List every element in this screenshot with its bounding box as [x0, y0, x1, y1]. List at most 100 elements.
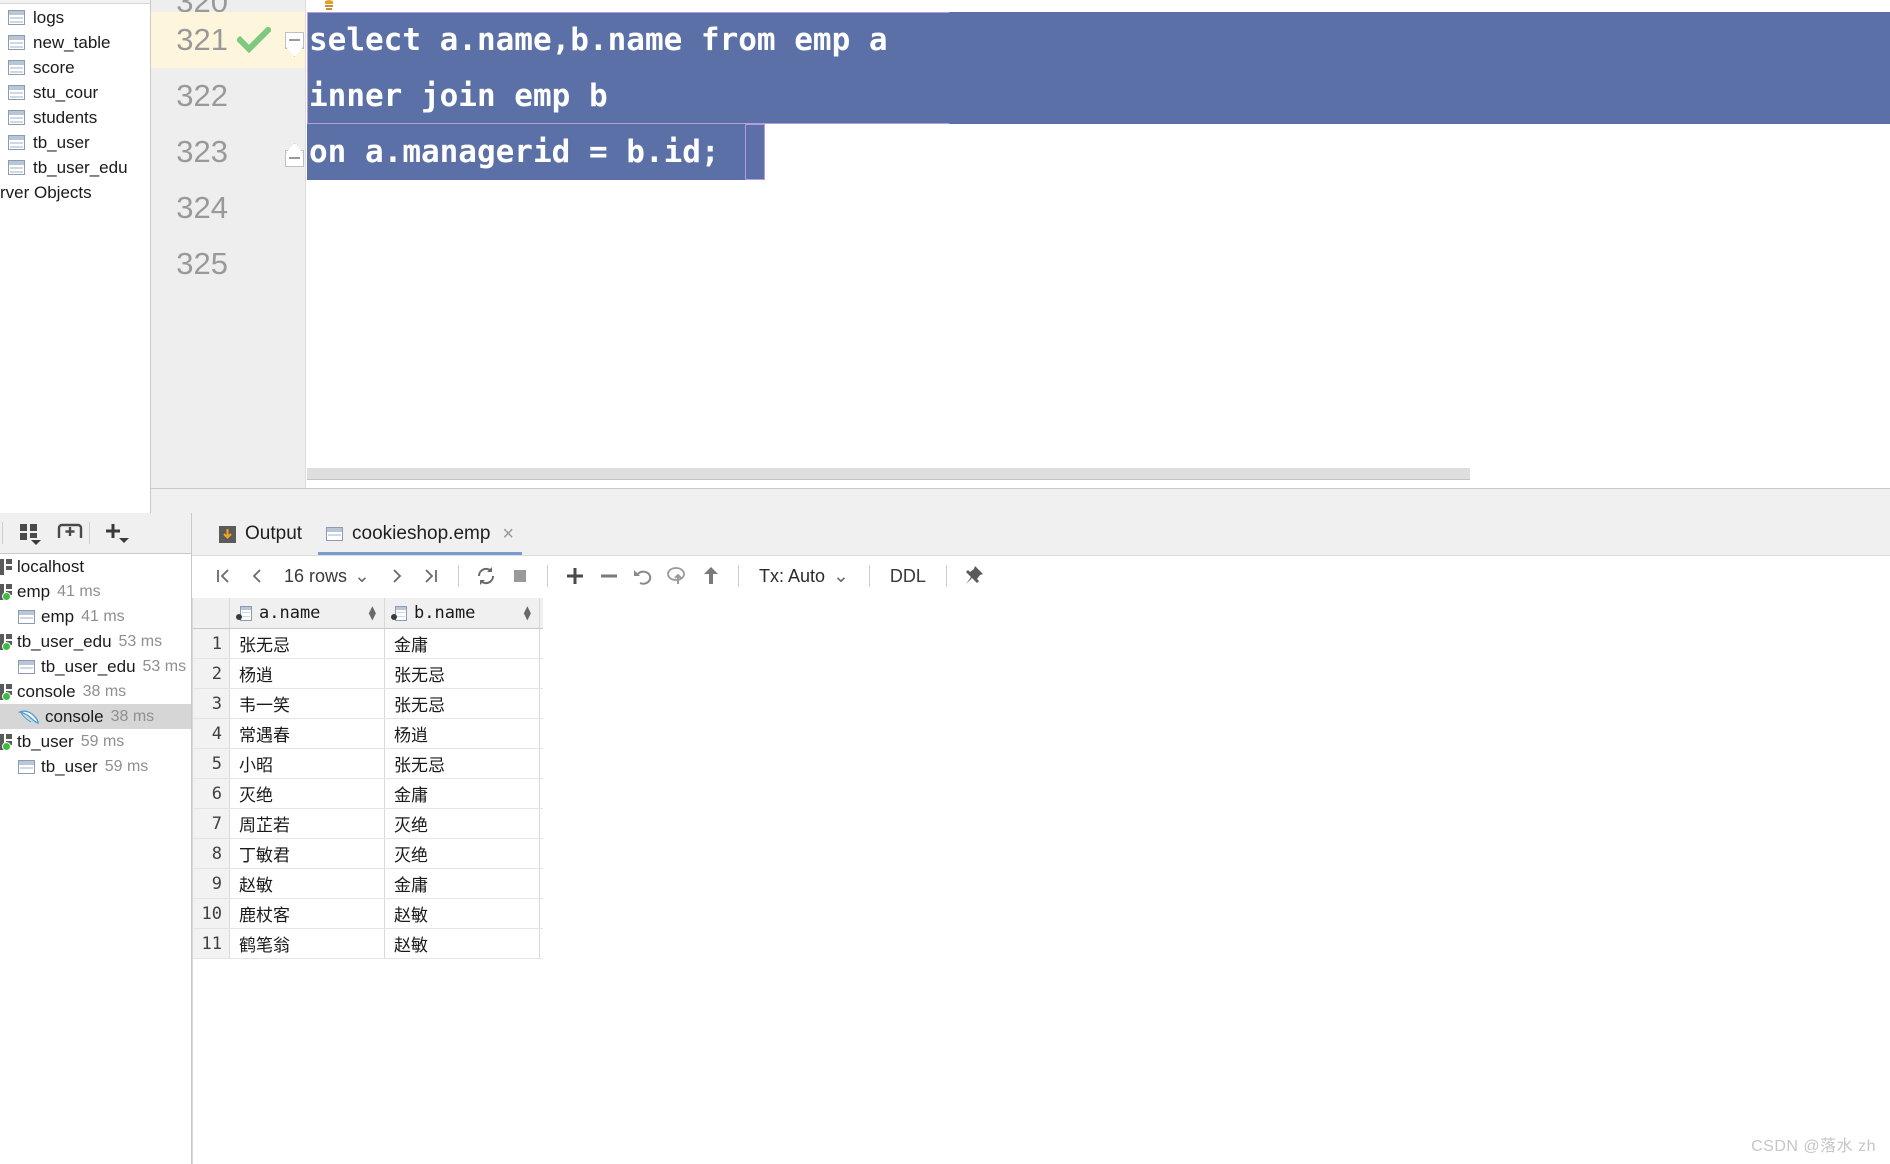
cell-a-name[interactable]: 鹤笔翁	[230, 929, 385, 958]
sort-icon[interactable]: ▲ ▼	[524, 603, 531, 622]
last-page-button[interactable]	[414, 559, 448, 593]
cell-a-name[interactable]: 杨逍	[230, 659, 385, 688]
cell-a-name[interactable]: 丁敏君	[230, 839, 385, 868]
table-icon	[8, 35, 25, 50]
code-fold-strip[interactable]	[285, 0, 307, 488]
table-row[interactable]: 7 周芷若 灭绝	[193, 809, 543, 839]
tab-cookieshop-emp[interactable]: cookieshop.emp ×	[314, 513, 526, 555]
cell-b-name[interactable]: 金庸	[385, 869, 540, 898]
tab-output[interactable]: Output	[206, 513, 314, 555]
table-row[interactable]: 11 鹤笔翁 赵敏	[193, 929, 543, 959]
grid-column-label: a.name	[259, 603, 321, 623]
tree-item-stu-cour[interactable]: stu_cour	[0, 80, 150, 105]
code-line-3[interactable]: on a.managerid = b.id;	[307, 124, 765, 180]
cell-a-name[interactable]: 韦一笑	[230, 689, 385, 718]
gutter-line-320[interactable]: 320	[151, 0, 306, 12]
table-row[interactable]: 2 杨逍 张无忌	[193, 659, 543, 689]
table-row[interactable]: 6 灭绝 金庸	[193, 779, 543, 809]
tab-label: Output	[245, 523, 303, 544]
revert-icon[interactable]	[626, 559, 660, 593]
gutter-line-322[interactable]: 322	[151, 68, 306, 124]
sort-icon[interactable]: ▲ ▼	[369, 603, 376, 622]
editor-gutter[interactable]: 320 321 322 323 324 325	[151, 0, 306, 488]
pin-icon[interactable]	[957, 559, 991, 593]
services-item-emp-query[interactable]: emp 41 ms	[0, 579, 191, 604]
services-item-tb-user-edu-query[interactable]: tb_user_edu 53 ms	[0, 629, 191, 654]
grid-column-a-name[interactable]: a.name ▲ ▼	[230, 598, 385, 628]
table-row[interactable]: 5 小昭 张无忌	[193, 749, 543, 779]
tree-item-tb-user-edu[interactable]: tb_user_edu	[0, 155, 150, 180]
first-page-button[interactable]	[206, 559, 240, 593]
cell-a-name[interactable]: 灭绝	[230, 779, 385, 808]
lightbulb-icon[interactable]	[319, 0, 339, 12]
table-row[interactable]: 4 常遇春 杨逍	[193, 719, 543, 749]
tree-item-logs[interactable]: logs	[0, 5, 150, 30]
services-item-tb-user-query[interactable]: tb_user 59 ms	[0, 729, 191, 754]
services-item-emp-table[interactable]: emp 41 ms	[0, 604, 191, 629]
code-line-2[interactable]: inner join emp b	[307, 68, 951, 124]
stop-icon[interactable]	[503, 559, 537, 593]
database-tree-panel[interactable]: logs new_table score stu_cour students t…	[0, 0, 151, 514]
cell-b-name[interactable]: 金庸	[385, 629, 540, 658]
cell-a-name[interactable]: 常遇春	[230, 719, 385, 748]
table-row[interactable]: 10 鹿杖客 赵敏	[193, 899, 543, 929]
submit-icon[interactable]	[660, 559, 694, 593]
gutter-line-323[interactable]: 323	[151, 124, 306, 180]
tree-item-tb-user[interactable]: tb_user	[0, 130, 150, 155]
tree-item-server-objects[interactable]: rver Objects	[0, 180, 150, 205]
group-by-icon[interactable]	[13, 518, 47, 548]
code-line-1[interactable]: select a.name,b.name from emp a	[307, 12, 951, 68]
cell-b-name[interactable]: 杨逍	[385, 719, 540, 748]
services-item-localhost[interactable]: localhost	[0, 554, 191, 579]
cell-b-name[interactable]: 金庸	[385, 779, 540, 808]
table-row[interactable]: 9 赵敏 金庸	[193, 869, 543, 899]
grid-column-b-name[interactable]: b.name ▲ ▼	[385, 598, 540, 628]
fold-collapse-icon[interactable]	[285, 32, 304, 57]
close-icon[interactable]: ×	[502, 524, 514, 544]
services-item-console-query[interactable]: console 38 ms	[0, 679, 191, 704]
services-item-tb-user-table[interactable]: tb_user 59 ms	[0, 754, 191, 779]
cell-a-name[interactable]: 小昭	[230, 749, 385, 778]
cell-a-name[interactable]: 赵敏	[230, 869, 385, 898]
cell-b-name[interactable]: 赵敏	[385, 899, 540, 928]
prev-page-button[interactable]	[240, 559, 274, 593]
refresh-icon[interactable]	[469, 559, 503, 593]
tree-item-score[interactable]: score	[0, 55, 150, 80]
cell-a-name[interactable]: 张无忌	[230, 629, 385, 658]
plus-dropdown-icon[interactable]	[100, 518, 134, 548]
add-row-icon[interactable]	[558, 559, 592, 593]
table-row[interactable]: 3 韦一笑 张无忌	[193, 689, 543, 719]
next-page-button[interactable]	[380, 559, 414, 593]
editor-horizontal-scrollbar[interactable]	[307, 466, 1890, 480]
ddl-button[interactable]: DDL	[880, 559, 936, 593]
cell-b-name[interactable]: 张无忌	[385, 659, 540, 688]
cell-b-name[interactable]: 张无忌	[385, 689, 540, 718]
scrollbar-thumb[interactable]	[307, 468, 1470, 480]
tree-item-new-table[interactable]: new_table	[0, 30, 150, 55]
cell-b-name[interactable]: 张无忌	[385, 749, 540, 778]
services-item-console-selected[interactable]: console 38 ms	[0, 704, 191, 729]
upload-arrow-icon[interactable]	[694, 559, 728, 593]
rows-count-dropdown[interactable]: 16 rows ⌄	[274, 559, 380, 593]
tx-mode-dropdown[interactable]: Tx: Auto ⌄	[749, 559, 859, 593]
cell-b-name[interactable]: 赵敏	[385, 929, 540, 958]
cell-b-name[interactable]: 灭绝	[385, 839, 540, 868]
cell-a-name[interactable]: 鹿杖客	[230, 899, 385, 928]
cell-a-name[interactable]: 周芷若	[230, 809, 385, 838]
delete-row-icon[interactable]	[592, 559, 626, 593]
gutter-line-321[interactable]: 321	[151, 12, 306, 68]
gutter-line-325[interactable]: 325	[151, 236, 306, 292]
tree-item-label: tb_user	[33, 133, 90, 152]
add-frame-icon[interactable]	[53, 518, 87, 548]
table-row[interactable]: 8 丁敏君 灭绝	[193, 839, 543, 869]
table-icon	[326, 527, 344, 541]
gutter-line-324[interactable]: 324	[151, 180, 306, 236]
services-item-tb-user-edu-table[interactable]: tb_user_edu 53 ms	[0, 654, 191, 679]
tree-item-students[interactable]: students	[0, 105, 150, 130]
cell-b-name[interactable]: 灭绝	[385, 809, 540, 838]
green-check-icon[interactable]	[237, 27, 271, 53]
results-data-grid[interactable]: a.name ▲▼ b.name ▲▼ 1 张无忌 金庸 2 杨逍 张无忌	[192, 598, 543, 1164]
line-number: 321	[176, 22, 228, 57]
table-row[interactable]: 1 张无忌 金庸	[193, 629, 543, 659]
fold-collapse-icon[interactable]	[285, 142, 304, 167]
